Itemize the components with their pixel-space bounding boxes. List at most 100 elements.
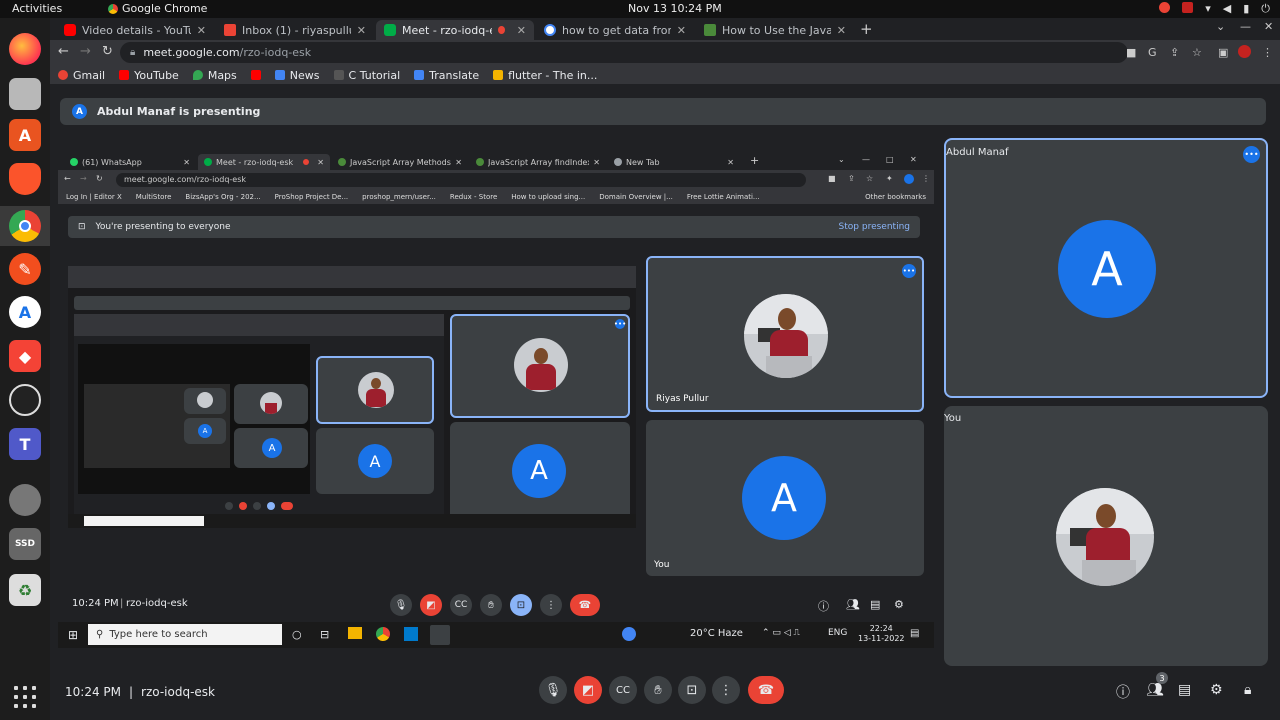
shared-screen[interactable]: (61) WhatsApp ✕ Meet - rzo-iodq-esk ✕ Java…: [58, 152, 934, 672]
present-screen-icon: ⊡: [686, 682, 698, 698]
leave-call-button[interactable]: ☎︎: [748, 676, 784, 704]
reload-button[interactable]: ↻: [102, 44, 113, 59]
power-icon[interactable]: ⏻: [1261, 2, 1270, 16]
lock-icon[interactable]: 🔒︎: [130, 47, 135, 58]
pants-shape: [1082, 560, 1136, 586]
tile-you[interactable]: You: [944, 406, 1268, 666]
tab-youtube[interactable]: Video details - YouTube S ✕: [56, 20, 214, 40]
face-shape: [778, 308, 796, 330]
close-icon[interactable]: ✕: [197, 24, 206, 37]
raise-hand-button[interactable]: ✋︎: [644, 676, 672, 704]
host-controls-icon[interactable]: 🔒︎: [1244, 682, 1251, 698]
people-icon[interactable]: 👥︎: [1146, 682, 1164, 698]
tab-gmail[interactable]: Inbox (1) - riyaspulluroffi ✕: [216, 20, 374, 40]
back-button[interactable]: ←: [58, 44, 69, 59]
vscode-like-icon[interactable]: A: [9, 296, 41, 328]
anydesk-icon[interactable]: ◆: [9, 340, 41, 372]
people-count-badge: 3: [1156, 672, 1168, 684]
camera-button[interactable]: ◩: [574, 676, 602, 704]
ssd-icon[interactable]: SSD: [9, 528, 41, 560]
show-apps-icon[interactable]: [14, 686, 36, 708]
present-button[interactable]: ⊡: [678, 676, 706, 704]
tab-google-search[interactable]: how to get data from api ✕: [536, 20, 694, 40]
tab-javascript[interactable]: How to Use the JavaScript ✕: [696, 20, 854, 40]
abdul-avatar-letter: A: [1058, 220, 1156, 318]
site-favicon-icon: [704, 24, 716, 36]
side-panel-icon[interactable]: ▣: [1218, 46, 1228, 59]
close-icon[interactable]: ✕: [517, 24, 526, 37]
activities-button[interactable]: Activities: [12, 2, 62, 15]
nested-screen-level-2: ••• A A A A: [68, 256, 636, 528]
firefox-icon[interactable]: [9, 33, 41, 65]
more-options-button[interactable]: ⋮: [712, 676, 740, 704]
volume-icon[interactable]: ◀: [1223, 2, 1231, 16]
app-menu[interactable]: Google Chrome: [108, 2, 207, 15]
more-options-icon[interactable]: •••: [1243, 146, 1260, 163]
tab-title: Meet - rzo-iodq-esk: [402, 23, 492, 37]
files-icon[interactable]: [9, 78, 41, 110]
forward-button[interactable]: →: [80, 44, 91, 59]
brave-icon[interactable]: [9, 163, 41, 195]
google-lens-icon[interactable]: G: [1148, 46, 1157, 59]
shared-tab-meet: Meet - rzo-iodq-esk ✕: [198, 154, 330, 170]
meeting-info-icon[interactable]: ⓘ: [1116, 682, 1130, 702]
reload-icon: ↻: [96, 174, 103, 183]
close-icon[interactable]: ✕: [837, 24, 846, 37]
wifi-icon[interactable]: ▾: [1205, 2, 1211, 16]
tab-search-icon[interactable]: ⌄: [1216, 20, 1225, 33]
kebab-menu-icon[interactable]: ⋮: [1262, 46, 1273, 59]
record-icon[interactable]: [1182, 2, 1194, 13]
disk-icon[interactable]: [9, 484, 41, 516]
bookmark-translate[interactable]: Translate: [414, 69, 479, 82]
bookmark-youtube[interactable]: YouTube: [119, 69, 179, 82]
tile-abdul-manaf[interactable]: A ••• Abdul Manaf: [944, 138, 1268, 398]
bookmark-youtube-2[interactable]: [250, 70, 261, 80]
teams-icon[interactable]: T: [9, 428, 41, 460]
minimize-button[interactable]: —: [1240, 20, 1251, 33]
battery-icon[interactable]: ▮: [1243, 2, 1249, 16]
nested-taskbar: [68, 514, 636, 528]
bookmarks-bar: Gmail YouTube Maps News C Tutorial Trans…: [50, 66, 1280, 84]
activities-icon[interactable]: ⚙︎: [1210, 682, 1223, 698]
nested4-screen: A: [84, 384, 230, 468]
system-clock[interactable]: Nov 13 10:24 PM: [628, 2, 722, 15]
close-icon[interactable]: ✕: [677, 24, 686, 37]
bookmark-gmail[interactable]: Gmail: [58, 69, 105, 82]
share-icon[interactable]: ⇪: [1170, 46, 1179, 59]
bookmark-c-tutorial[interactable]: C Tutorial: [333, 68, 401, 82]
chrome-tray-icon[interactable]: [1159, 2, 1171, 13]
tab-meet[interactable]: Meet - rzo-iodq-esk ✕: [376, 20, 534, 40]
shirt-shape: [1086, 528, 1130, 562]
shared-bookmark: Free Lottie Animati...: [686, 193, 760, 201]
address-bar[interactable]: 🔒︎ meet.google.com /rzo-iodq-esk: [120, 42, 1128, 63]
search-placeholder: Type here to search: [109, 629, 208, 640]
translate-icon: [414, 70, 425, 80]
captions-button[interactable]: CC: [609, 676, 637, 704]
site-favicon-icon: [338, 158, 346, 166]
nested5-tile: [184, 388, 226, 414]
new-tab-button[interactable]: +: [860, 20, 873, 38]
bookmark-label: C Tutorial: [348, 68, 401, 82]
mic-button[interactable]: 🎙︎: [539, 676, 567, 704]
shared-tab-findindex: JavaScript Array findIndex() Me ✕: [470, 154, 606, 170]
shared-tile-you: A You: [646, 420, 924, 576]
close-window-button[interactable]: ✕: [1264, 20, 1273, 33]
captions-icon: CC: [616, 684, 630, 696]
chat-icon[interactable]: ▤: [1178, 682, 1191, 698]
close-icon[interactable]: ✕: [357, 24, 366, 37]
camera-in-use-icon[interactable]: ■: [1126, 46, 1136, 59]
recording-dot-icon: [303, 159, 310, 165]
bookmark-news[interactable]: News: [274, 69, 320, 82]
nested3-tile-you: A: [316, 428, 434, 494]
software-center-icon[interactable]: A: [9, 119, 41, 151]
trash-icon[interactable]: ♻: [9, 574, 41, 606]
profile-avatar-icon[interactable]: [1238, 45, 1251, 58]
chrome-dock-icon[interactable]: [9, 210, 41, 242]
bookmark-maps[interactable]: Maps: [192, 69, 237, 82]
pencil-app-icon[interactable]: ✎: [9, 253, 41, 285]
system-tray[interactable]: ▾ ◀ ▮ ⏻: [1159, 2, 1270, 16]
meet-icon: [204, 158, 212, 166]
bookmark-flutter[interactable]: flutter - The in...: [493, 69, 597, 82]
obs-icon[interactable]: [9, 384, 41, 416]
bookmark-star-icon[interactable]: ☆: [1192, 46, 1202, 59]
